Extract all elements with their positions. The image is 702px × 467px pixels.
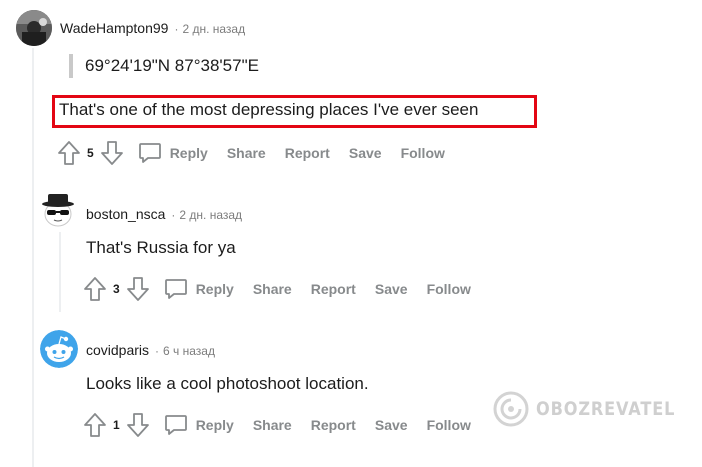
report-button[interactable]: Report bbox=[311, 417, 356, 433]
save-button[interactable]: Save bbox=[349, 145, 382, 161]
reply-label: Reply bbox=[169, 145, 208, 161]
watermark: OBOZREVATEL bbox=[492, 390, 700, 428]
upvote-icon[interactable] bbox=[83, 412, 107, 438]
comment-bubble-icon bbox=[164, 414, 188, 436]
downvote-icon[interactable] bbox=[100, 140, 124, 166]
snoo-spy-avatar-icon bbox=[42, 194, 74, 227]
comment-meta: covidparis · 6 ч назад bbox=[86, 342, 215, 358]
upvote-icon[interactable] bbox=[83, 276, 107, 302]
downvote-icon[interactable] bbox=[126, 276, 150, 302]
vote-count: 1 bbox=[113, 418, 120, 432]
avatar[interactable] bbox=[40, 330, 78, 368]
reply-label: Reply bbox=[195, 281, 234, 297]
vote-count: 3 bbox=[113, 282, 120, 296]
meta-separator: · bbox=[171, 208, 176, 222]
comment-actions: 5 Reply Share Report Save Follow bbox=[57, 139, 464, 167]
user-photo-icon bbox=[16, 10, 52, 46]
follow-button[interactable]: Follow bbox=[427, 281, 471, 297]
comment-text: That's Russia for ya bbox=[86, 238, 236, 257]
comment-meta: WadeHampton99 · 2 дн. назад bbox=[60, 20, 245, 36]
snoo-avatar-icon bbox=[40, 330, 78, 368]
reply-label: Reply bbox=[195, 417, 234, 433]
report-button[interactable]: Report bbox=[285, 145, 330, 161]
author-link[interactable]: covidparis bbox=[86, 342, 149, 358]
follow-button[interactable]: Follow bbox=[401, 145, 445, 161]
thread-line-level-2[interactable] bbox=[59, 232, 61, 312]
comment-text: That's one of the most depressing places… bbox=[59, 100, 479, 119]
share-button[interactable]: Share bbox=[253, 281, 292, 297]
meta-separator: · bbox=[174, 22, 179, 36]
meta-separator: · bbox=[155, 344, 160, 358]
thread-line-level-1[interactable] bbox=[32, 48, 34, 467]
save-button[interactable]: Save bbox=[375, 417, 408, 433]
avatar[interactable] bbox=[16, 10, 52, 46]
upvote-icon[interactable] bbox=[57, 140, 81, 166]
comment-bubble-icon bbox=[164, 278, 188, 300]
author-link[interactable]: WadeHampton99 bbox=[60, 20, 168, 36]
vote-count: 5 bbox=[87, 146, 94, 160]
obozrevatel-logo-icon bbox=[493, 391, 529, 427]
timestamp[interactable]: 2 дн. назад bbox=[182, 22, 245, 36]
comment-text: Looks like a cool photoshoot location. bbox=[86, 374, 369, 393]
timestamp[interactable]: 2 дн. назад bbox=[179, 208, 242, 222]
follow-button[interactable]: Follow bbox=[427, 417, 471, 433]
share-button[interactable]: Share bbox=[253, 417, 292, 433]
timestamp[interactable]: 6 ч назад bbox=[163, 344, 215, 358]
reply-button[interactable]: Reply bbox=[138, 142, 208, 164]
downvote-icon[interactable] bbox=[126, 412, 150, 438]
comment-actions: 1 Reply Share Report Save Follow bbox=[83, 411, 490, 439]
author-link[interactable]: boston_nsca bbox=[86, 206, 165, 222]
comment-bubble-icon bbox=[138, 142, 162, 164]
blockquote-text: 69°24'19"N 87°38'57"E bbox=[85, 56, 259, 75]
save-button[interactable]: Save bbox=[375, 281, 408, 297]
comment-meta: boston_nsca · 2 дн. назад bbox=[86, 206, 242, 222]
reply-button[interactable]: Reply bbox=[164, 278, 234, 300]
report-button[interactable]: Report bbox=[311, 281, 356, 297]
share-button[interactable]: Share bbox=[227, 145, 266, 161]
watermark-text: OBOZREVATEL bbox=[536, 398, 676, 420]
blockquote-bar bbox=[69, 54, 73, 78]
comment-actions: 3 Reply Share Report Save Follow bbox=[83, 275, 490, 303]
reply-button[interactable]: Reply bbox=[164, 414, 234, 436]
avatar[interactable] bbox=[40, 186, 76, 230]
